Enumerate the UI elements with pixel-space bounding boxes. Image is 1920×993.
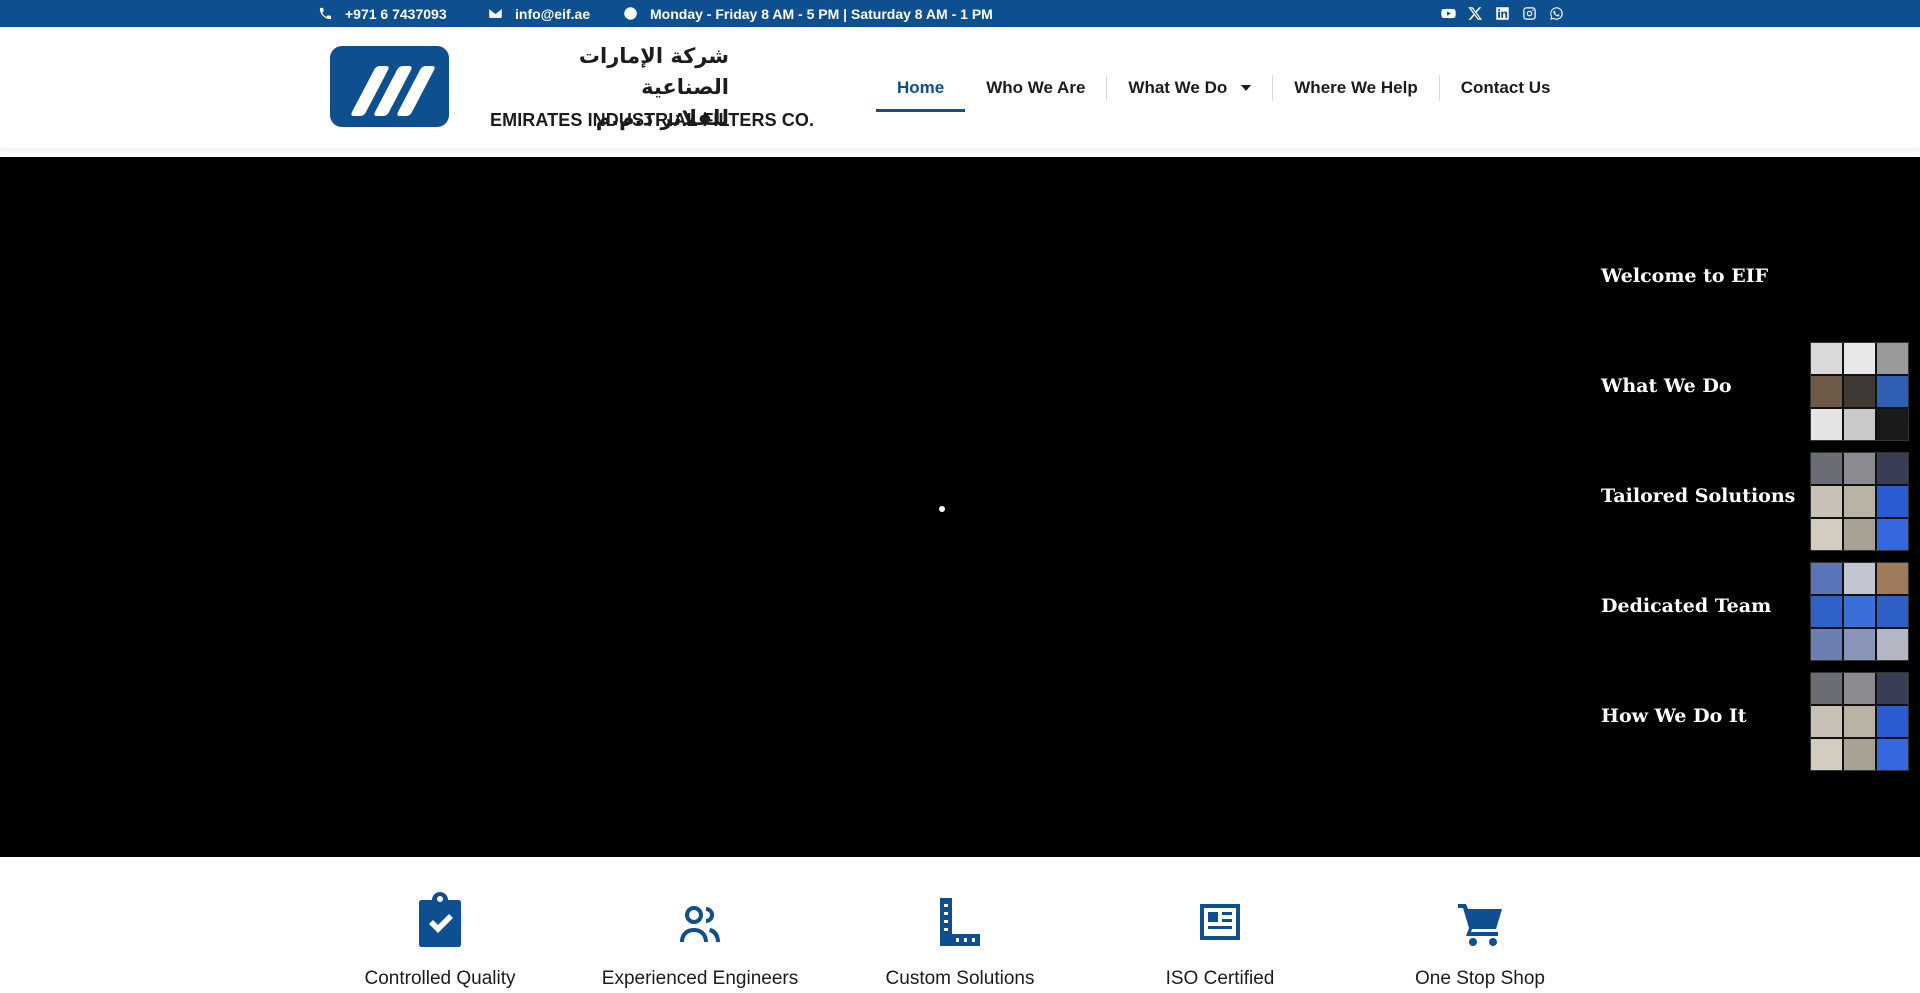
slide-title: Dedicated Team (1601, 595, 1772, 617)
slide-thumbnail[interactable] (1810, 452, 1909, 551)
nav-contact-us[interactable]: Contact Us (1440, 69, 1572, 107)
feature-experienced-engineers: Experienced Engineers (580, 892, 820, 990)
nav-what-we-do[interactable]: What We Do (1107, 69, 1272, 107)
slide-title: Welcome to EIF (1601, 265, 1769, 287)
feature-label: Experienced Engineers (601, 968, 799, 989)
envelope-icon (489, 9, 502, 18)
feature-one-stop-shop: One Stop Shop (1360, 892, 1600, 990)
slide-thumbnail[interactable] (1810, 562, 1909, 661)
logo-stripes-icon (351, 66, 435, 116)
shopping-cart-icon (1458, 904, 1502, 946)
feature-strip: Controlled Quality Experienced Engineers… (0, 857, 1920, 993)
users-icon (680, 906, 720, 942)
hours-text: Monday - Friday 8 AM - 5 PM | Saturday 8… (650, 5, 993, 22)
top-contact-bar: +971 6 7437093 info@eif.ae Monday - Frid… (0, 0, 1920, 27)
feature-label: Custom Solutions (885, 968, 1035, 989)
nav-who-we-are[interactable]: Who We Are (965, 69, 1106, 107)
whatsapp-icon[interactable] (1548, 6, 1564, 22)
slide-tab-tailored-solutions[interactable]: Tailored Solutions (1601, 441, 1911, 551)
main-navigation: Home Who We Are What We Do Where We Help… (876, 27, 1571, 148)
slide-navigation: Welcome to EIF What We Do Tailored Solut… (1601, 221, 1911, 771)
nav-where-we-help[interactable]: Where We Help (1273, 69, 1438, 107)
phone-contact[interactable]: +971 6 7437093 (318, 0, 447, 27)
hero-slider: Welcome to EIF What We Do Tailored Solut… (0, 157, 1920, 857)
nav-home[interactable]: Home (876, 69, 966, 112)
feature-custom-solutions: Custom Solutions (840, 892, 1080, 990)
caret-down-icon[interactable] (1241, 84, 1252, 91)
slide-tab-what-we-do[interactable]: What We Do (1601, 331, 1911, 441)
slide-title: How We Do It (1601, 705, 1747, 727)
youtube-icon[interactable] (1440, 6, 1456, 22)
newspaper-icon (1200, 904, 1240, 940)
clock-icon (624, 7, 637, 20)
brand-name-english: EMIRATES INDUSTRIAL FILTERS CO. (490, 110, 815, 130)
slide-thumbnail[interactable] (1810, 672, 1909, 771)
slide-tab-welcome[interactable]: Welcome to EIF (1601, 221, 1911, 331)
slide-title: Tailored Solutions (1601, 485, 1796, 507)
nav-where-we-help-label: Where We Help (1294, 77, 1418, 97)
email-contact[interactable]: info@eif.ae (488, 0, 590, 27)
slide-title: What We Do (1601, 375, 1732, 397)
nav-what-we-do-label: What We Do (1128, 77, 1228, 97)
opening-hours: Monday - Friday 8 AM - 5 PM | Saturday 8… (623, 0, 993, 27)
slide-tab-dedicated-team[interactable]: Dedicated Team (1601, 551, 1911, 661)
nav-home-label: Home (897, 77, 945, 97)
slide-tab-how-we-do-it[interactable]: How We Do It (1601, 661, 1911, 771)
phone-number: +971 6 7437093 (345, 5, 447, 22)
feature-label: ISO Certified (1165, 968, 1275, 989)
x-twitter-icon[interactable] (1467, 6, 1483, 22)
brand-arabic-line-1: شركة الإمارات الصناعية (578, 44, 729, 99)
social-links (1440, 0, 1564, 27)
eif-logo[interactable] (330, 46, 449, 127)
clipboard-check-icon (419, 892, 461, 947)
feature-label: Controlled Quality (364, 968, 516, 989)
instagram-icon[interactable] (1521, 6, 1537, 22)
feature-controlled-quality: Controlled Quality (320, 892, 560, 990)
email-address: info@eif.ae (515, 5, 591, 22)
nav-contact-us-label: Contact Us (1460, 77, 1551, 97)
slide-thumbnail[interactable] (1810, 342, 1909, 441)
slider-loading-dot (939, 506, 945, 512)
feature-iso-certified: ISO Certified (1100, 892, 1340, 990)
ruler-icon (940, 898, 980, 946)
nav-who-we-are-label: Who We Are (986, 77, 1086, 97)
feature-label: One Stop Shop (1415, 968, 1545, 989)
phone-icon (319, 7, 332, 20)
linkedin-icon[interactable] (1494, 6, 1510, 22)
